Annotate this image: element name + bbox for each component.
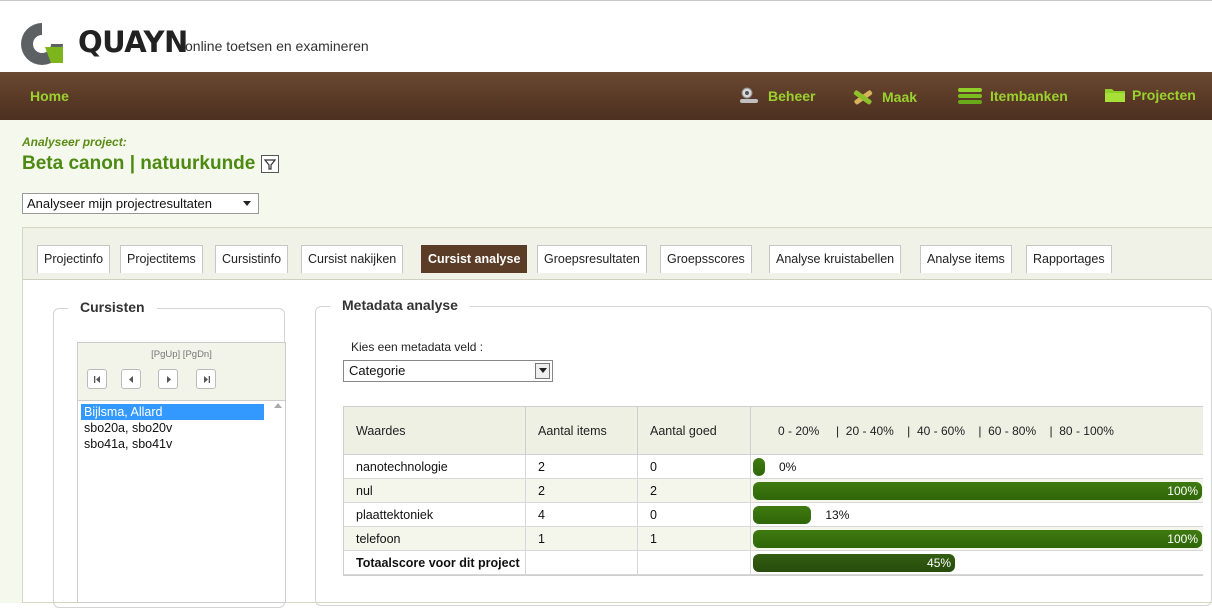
table-row: plaattektoniek 4 0 13%: [344, 503, 1203, 527]
tab-groepsscores[interactable]: Groepsscores: [660, 245, 752, 273]
prev-page-button[interactable]: [121, 369, 141, 389]
filter-icon[interactable]: [261, 155, 280, 173]
row-aantal-items: 2: [526, 479, 638, 503]
tab-cursist-analyse[interactable]: Cursist analyse: [421, 245, 528, 273]
first-page-icon: [93, 375, 100, 383]
students-list[interactable]: Bijlsma, Allard sbo20a, sbo20v sbo41a, s…: [77, 400, 286, 603]
metadata-legend: Metadata analyse: [330, 297, 470, 313]
brand-name: QUAYN: [78, 25, 188, 59]
row-aantal-items: [526, 551, 638, 575]
next-icon: [166, 375, 171, 383]
students-pager: [PgUp] [PgDn]: [77, 342, 286, 404]
nav-item-projecten[interactable]: Projecten: [1104, 86, 1196, 104]
nav-item-label: Beheer: [768, 88, 816, 104]
next-page-button[interactable]: [158, 369, 178, 389]
row-waarde: plaattektoniek: [344, 503, 526, 527]
project-label: Analyseer project:: [22, 135, 127, 149]
project-title-text: Beta canon | natuurkunde: [22, 153, 256, 174]
table-row: nul 2 2 100%: [344, 479, 1203, 503]
pager-hint: [PgUp] [PgDn]: [151, 349, 212, 360]
col-aantal-goed: Aantal goed: [638, 407, 751, 455]
nav-item-label: Itembanken: [990, 88, 1068, 104]
prev-icon: [128, 375, 133, 383]
chevron-down-icon: [538, 368, 547, 373]
chevron-down-icon: [243, 201, 251, 206]
metadata-field-label: Kies een metadata veld :: [351, 340, 484, 354]
table-body: nanotechnologie 2 0 0% nul 2 2 100% plaattektoni…: [344, 455, 1203, 575]
nav-item-beheer[interactable]: Beheer: [738, 86, 815, 106]
score-percent: 100%: [1167, 532, 1198, 546]
tab-rapportages[interactable]: Rapportages: [1026, 245, 1112, 273]
row-aantal-goed: 1: [638, 527, 751, 551]
list-item[interactable]: sbo41a, sbo41v: [81, 436, 175, 452]
metadata-field-select[interactable]: Categorie: [343, 360, 553, 382]
table-row: nanotechnologie 2 0 0%: [344, 455, 1203, 479]
brand-tagline: online toetsen en examineren: [185, 38, 369, 54]
table-total-row: Totaalscore voor dit project 45%: [344, 551, 1203, 575]
row-waarde: nul: [344, 479, 526, 503]
row-aantal-goed: [638, 551, 751, 575]
row-aantal-items: 2: [526, 455, 638, 479]
tab-projectitems[interactable]: Projectitems: [120, 245, 203, 273]
folder-icon: [1105, 89, 1125, 102]
logo-bar: QUAYN online toetsen en examineren: [0, 0, 1212, 72]
nav-home-link[interactable]: Home: [30, 88, 69, 104]
total-label: Totaalscore voor dit project: [344, 551, 526, 575]
database-icon: [958, 88, 982, 104]
metadata-field-value: Categorie: [349, 363, 406, 378]
col-aantal-items: Aantal items: [526, 407, 638, 455]
first-page-button[interactable]: [87, 369, 107, 389]
wrench-icon: [740, 87, 758, 103]
tab-projectinfo[interactable]: Projectinfo: [37, 245, 111, 273]
row-aantal-goed: 0: [638, 503, 751, 527]
row-aantal-items: 1: [526, 527, 638, 551]
last-page-icon: [203, 375, 210, 383]
last-page-button[interactable]: [196, 369, 216, 389]
project-mode-select[interactable]: Analyseer mijn projectresultaten: [22, 193, 259, 214]
table-header: Waardes Aantal items Aantal goed 0 - 20%…: [344, 407, 1203, 455]
row-waarde: nanotechnologie: [344, 455, 526, 479]
nav-item-maak[interactable]: Maak: [850, 86, 917, 108]
list-item[interactable]: Bijlsma, Allard: [81, 404, 264, 420]
nav-item-itembanken[interactable]: Itembanken: [956, 86, 1068, 106]
tab-groepsresultaten[interactable]: Groepsresultaten: [537, 245, 647, 273]
students-legend: Cursisten: [68, 299, 157, 315]
main-nav: Home Beheer Maak Itembanken Projecten: [0, 72, 1212, 120]
project-mode-value: Analyseer mijn projectresultaten: [27, 196, 212, 211]
page-title: Beta canon | natuurkunde: [22, 153, 280, 175]
tools-icon: [853, 90, 873, 105]
score-bar: [753, 506, 812, 524]
score-percent: 13%: [825, 508, 850, 522]
nav-item-label: Projecten: [1132, 87, 1196, 103]
nav-item-label: Maak: [882, 89, 918, 105]
col-score-scale: 0 - 20% | 20 - 40% | 40 - 60% | 60 - 80%…: [778, 424, 1114, 438]
dropdown-button[interactable]: [535, 363, 550, 379]
score-bar: [753, 458, 765, 476]
metadata-table: Waardes Aantal items Aantal goed 0 - 20%…: [343, 406, 1203, 576]
quayn-logo-icon: [21, 23, 63, 65]
funnel-icon: [264, 158, 277, 170]
score-percent: 45%: [927, 556, 952, 570]
score-percent: 100%: [1167, 484, 1198, 498]
tab-cursist-nakijken[interactable]: Cursist nakijken: [301, 245, 404, 273]
row-aantal-items: 4: [526, 503, 638, 527]
row-waarde: telefoon: [344, 527, 526, 551]
tab-analyse-kruistabellen[interactable]: Analyse kruistabellen: [769, 245, 902, 273]
scroll-up-icon[interactable]: [274, 403, 282, 408]
row-aantal-goed: 2: [638, 479, 751, 503]
list-item[interactable]: sbo20a, sbo20v: [81, 420, 175, 436]
row-aantal-goed: 0: [638, 455, 751, 479]
table-row: telefoon 1 1 100%: [344, 527, 1203, 551]
tab-cursistinfo[interactable]: Cursistinfo: [215, 245, 289, 273]
col-waardes: Waardes: [344, 407, 526, 455]
tab-bar: Projectinfo Projectitems Cursistinfo Cur…: [23, 228, 1212, 280]
tab-analyse-items[interactable]: Analyse items: [920, 245, 1012, 273]
score-percent: 0%: [779, 460, 797, 474]
